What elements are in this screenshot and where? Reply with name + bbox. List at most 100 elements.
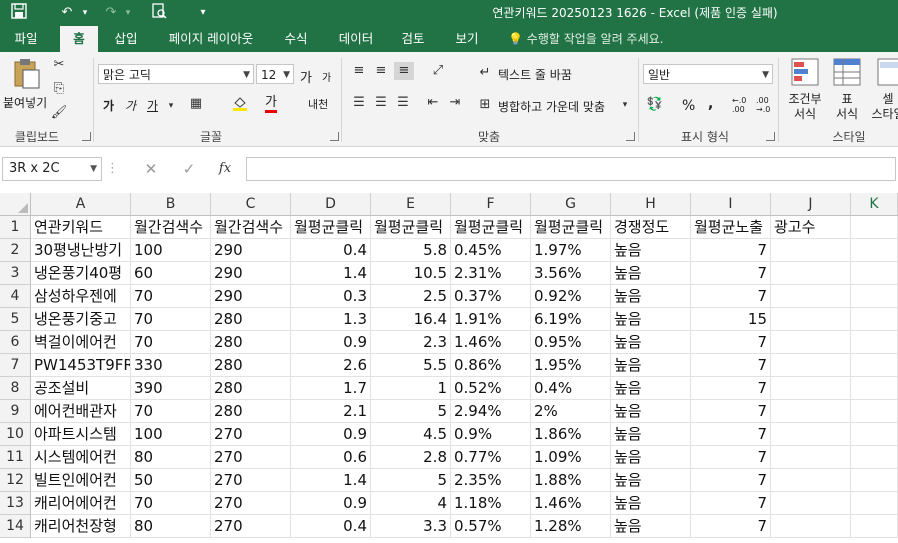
cell-g6[interactable]: 0.95% <box>531 331 611 354</box>
cell-h10[interactable]: 높음 <box>611 423 691 446</box>
cell-g14[interactable]: 1.28% <box>531 515 611 538</box>
wrap-text-button[interactable]: 텍스트 줄 바꿈 <box>498 66 572 83</box>
align-right-icon[interactable]: ☰ <box>394 94 412 112</box>
cell-a1[interactable]: 연관키워드 <box>31 216 131 239</box>
cell-a2[interactable]: 30평냉난방기 <box>31 239 131 262</box>
cell-c14[interactable]: 270 <box>211 515 291 538</box>
borders-icon[interactable]: ▦ <box>186 95 206 113</box>
cell-e11[interactable]: 2.8 <box>371 446 451 469</box>
row-header-13[interactable]: 13 <box>0 492 31 515</box>
cell-f4[interactable]: 0.37% <box>451 285 531 308</box>
cell-d3[interactable]: 1.4 <box>291 262 371 285</box>
font-name-dropdown[interactable]: 맑은 고딕 ▼ <box>98 64 254 84</box>
cell-k4[interactable] <box>851 285 898 308</box>
copy-icon[interactable]: ⎘ <box>48 80 70 98</box>
cell-c5[interactable]: 280 <box>211 308 291 331</box>
cell-b2[interactable]: 100 <box>131 239 211 262</box>
paste-button-label[interactable]: 붙여넣기 <box>3 94 47 111</box>
cell-g7[interactable]: 1.95% <box>531 354 611 377</box>
cell-j2[interactable] <box>771 239 851 262</box>
cell-f10[interactable]: 0.9% <box>451 423 531 446</box>
cell-h11[interactable]: 높음 <box>611 446 691 469</box>
cell-g13[interactable]: 1.46% <box>531 492 611 515</box>
cell-f3[interactable]: 2.31% <box>451 262 531 285</box>
cell-g3[interactable]: 3.56% <box>531 262 611 285</box>
cell-k12[interactable] <box>851 469 898 492</box>
cell-c3[interactable]: 290 <box>211 262 291 285</box>
align-center-icon[interactable]: ☰ <box>372 94 390 112</box>
cell-c8[interactable]: 280 <box>211 377 291 400</box>
font-size-dropdown[interactable]: 12 ▼ <box>256 64 294 84</box>
cell-j4[interactable] <box>771 285 851 308</box>
row-header-5[interactable]: 5 <box>0 308 31 331</box>
cell-f14[interactable]: 0.57% <box>451 515 531 538</box>
cell-d10[interactable]: 0.9 <box>291 423 371 446</box>
save-icon[interactable] <box>8 3 30 23</box>
cell-f6[interactable]: 1.46% <box>451 331 531 354</box>
cell-e7[interactable]: 5.5 <box>371 354 451 377</box>
cell-h14[interactable]: 높음 <box>611 515 691 538</box>
cell-d5[interactable]: 1.3 <box>291 308 371 331</box>
clipboard-launcher-icon[interactable] <box>82 132 91 141</box>
cell-i7[interactable]: 7 <box>691 354 771 377</box>
tab-data[interactable]: 데이터 <box>328 26 384 52</box>
cell-c9[interactable]: 280 <box>211 400 291 423</box>
column-header-g[interactable]: G <box>531 193 611 216</box>
cell-i5[interactable]: 15 <box>691 308 771 331</box>
cell-f7[interactable]: 0.86% <box>451 354 531 377</box>
cell-a9[interactable]: 에어컨배관자 <box>31 400 131 423</box>
cell-h5[interactable]: 높음 <box>611 308 691 331</box>
cell-j6[interactable] <box>771 331 851 354</box>
undo-icon[interactable]: ↶ <box>56 3 78 23</box>
cell-g4[interactable]: 0.92% <box>531 285 611 308</box>
cell-j12[interactable] <box>771 469 851 492</box>
cell-i3[interactable]: 7 <box>691 262 771 285</box>
cell-b10[interactable]: 100 <box>131 423 211 446</box>
cell-e8[interactable]: 1 <box>371 377 451 400</box>
cell-g12[interactable]: 1.88% <box>531 469 611 492</box>
cell-k11[interactable] <box>851 446 898 469</box>
cell-j8[interactable] <box>771 377 851 400</box>
cell-h3[interactable]: 높음 <box>611 262 691 285</box>
cell-d9[interactable]: 2.1 <box>291 400 371 423</box>
align-bottom-icon[interactable]: ≡ <box>394 62 414 80</box>
phonetic-guide-button[interactable]: 내천 <box>308 96 328 112</box>
format-painter-icon[interactable]: 🖌 <box>48 104 70 122</box>
cell-k10[interactable] <box>851 423 898 446</box>
cell-f11[interactable]: 0.77% <box>451 446 531 469</box>
cell-g10[interactable]: 1.86% <box>531 423 611 446</box>
cell-c11[interactable]: 270 <box>211 446 291 469</box>
row-header-12[interactable]: 12 <box>0 469 31 492</box>
row-header-3[interactable]: 3 <box>0 262 31 285</box>
cell-e6[interactable]: 2.3 <box>371 331 451 354</box>
decrease-decimal-button[interactable]: .00 →.0 <box>756 96 776 114</box>
cell-k2[interactable] <box>851 239 898 262</box>
cell-e9[interactable]: 5 <box>371 400 451 423</box>
cell-a3[interactable]: 냉온풍기40평 <box>31 262 131 285</box>
cell-a13[interactable]: 캐리어에어컨 <box>31 492 131 515</box>
column-header-d[interactable]: D <box>291 193 371 216</box>
row-header-9[interactable]: 9 <box>0 400 31 423</box>
cell-k5[interactable] <box>851 308 898 331</box>
cell-b9[interactable]: 70 <box>131 400 211 423</box>
cell-j11[interactable] <box>771 446 851 469</box>
cell-j9[interactable] <box>771 400 851 423</box>
conditional-formatting-icon[interactable] <box>790 58 820 88</box>
cell-b12[interactable]: 50 <box>131 469 211 492</box>
column-header-b[interactable]: B <box>131 193 211 216</box>
cell-h1[interactable]: 경쟁정도 <box>611 216 691 239</box>
cell-i10[interactable]: 7 <box>691 423 771 446</box>
cell-i4[interactable]: 7 <box>691 285 771 308</box>
italic-button[interactable]: 가 <box>125 97 136 114</box>
cell-i2[interactable]: 7 <box>691 239 771 262</box>
cell-b4[interactable]: 70 <box>131 285 211 308</box>
row-header-1[interactable]: 1 <box>0 216 31 239</box>
row-header-8[interactable]: 8 <box>0 377 31 400</box>
font-launcher-icon[interactable] <box>330 132 339 141</box>
cell-j1[interactable]: 광고수 <box>771 216 851 239</box>
underline-button[interactable]: 가 <box>147 97 158 114</box>
cell-i6[interactable]: 7 <box>691 331 771 354</box>
cell-i9[interactable]: 7 <box>691 400 771 423</box>
column-header-i[interactable]: I <box>691 193 771 216</box>
cell-i8[interactable]: 7 <box>691 377 771 400</box>
